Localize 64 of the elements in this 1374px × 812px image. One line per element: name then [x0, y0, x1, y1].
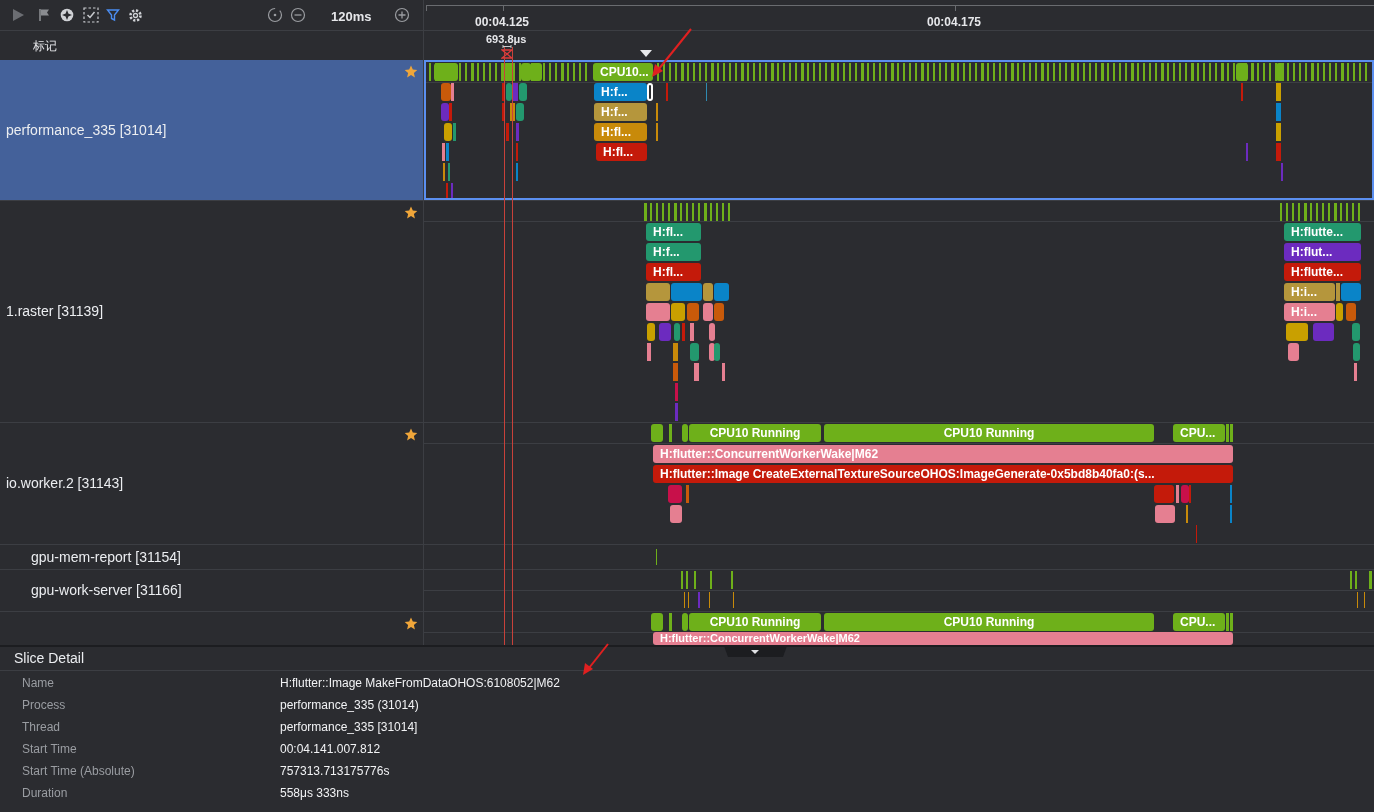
annotation-arrow — [582, 643, 609, 676]
selected-track-header[interactable]: performance_335 [31014] — [0, 60, 424, 200]
flag-icon[interactable] — [38, 8, 50, 22]
trace-slice[interactable]: H:fl... — [596, 143, 647, 161]
trace-slice[interactable]: CPU10 Running — [689, 613, 821, 631]
track-name[interactable]: performance_335 [31014] — [6, 119, 167, 141]
field-value: performance_335 [31014] — [280, 719, 418, 736]
panel-collapse-handle[interactable] — [724, 646, 787, 657]
field-value: H:flutter::Image MakeFromDataOHOS:6108052|M62 — [280, 675, 560, 692]
timeline-cursor-icon[interactable] — [640, 50, 652, 57]
trace-slice[interactable]: H:i... — [1284, 283, 1335, 301]
star-icon[interactable] — [404, 617, 418, 630]
track-name[interactable]: 1.raster [31139] — [6, 301, 104, 322]
time-span-label: 693.8μs — [486, 32, 527, 47]
zoom-in-icon[interactable] — [394, 7, 410, 23]
reset-icon[interactable] — [267, 7, 283, 23]
track-name[interactable]: io.worker.2 [31143] — [6, 473, 124, 494]
trace-slice[interactable]: H:flutte... — [1284, 223, 1361, 241]
zoom-level: 120ms — [331, 8, 372, 26]
trace-slice[interactable]: H:f... — [594, 103, 647, 121]
star-icon[interactable] — [404, 65, 418, 78]
track-name[interactable]: gpu-mem-report [31154] — [31, 546, 181, 568]
trace-slice[interactable]: CPU... — [1173, 424, 1225, 442]
star-icon[interactable] — [404, 206, 418, 219]
trace-slice[interactable]: H:flut... — [1284, 243, 1361, 261]
field-value: performance_335 (31014) — [280, 697, 419, 714]
trace-slice[interactable]: H:fl... — [646, 223, 701, 241]
field-label: Start Time (Absolute) — [21, 763, 136, 780]
zoom-out-icon[interactable] — [290, 7, 306, 23]
trace-slice[interactable]: CPU10 Running — [824, 613, 1154, 631]
field-label: Thread — [21, 719, 62, 736]
filter-icon[interactable] — [106, 8, 120, 22]
field-value: 558μs 333ns — [280, 785, 349, 802]
track-name[interactable]: gpu-work-server [31166] — [31, 580, 182, 601]
field-value: 00:04.141.007.812 — [280, 741, 381, 758]
field-label: Name — [21, 675, 55, 692]
trace-slice[interactable]: CPU10 Running — [824, 424, 1154, 442]
trace-slice[interactable]: H:flutte... — [1284, 263, 1361, 281]
trace-slice[interactable]: CPU10 Running — [689, 424, 821, 442]
field-label: Start Time — [21, 741, 78, 758]
trace-slice[interactable]: H:f... — [646, 243, 701, 261]
trace-slice[interactable]: CPU... — [1173, 613, 1225, 631]
panel-title: Slice Detail — [14, 649, 85, 668]
time-tick-label: 00:04.125 — [475, 14, 530, 31]
field-label: Duration — [21, 785, 69, 802]
trace-slice[interactable]: H:fl... — [594, 123, 647, 141]
trace-slice[interactable]: H:flutter::ConcurrentWorkerWake|M62 — [653, 632, 1233, 645]
field-label: Process — [21, 697, 67, 714]
marker-flag-icon[interactable] — [501, 44, 513, 59]
play-icon[interactable] — [11, 8, 25, 22]
marker-row-label: 标记 — [33, 37, 57, 55]
trace-slice[interactable]: H:flutter::ConcurrentWorkerWake|M62 — [653, 445, 1233, 463]
time-tick-label: 00:04.175 — [927, 14, 982, 31]
trace-slice[interactable]: H:fl... — [646, 263, 701, 281]
compass-icon[interactable] — [60, 8, 74, 22]
field-value: 757313.713175776s — [280, 763, 390, 780]
trace-slice[interactable]: H:f... — [594, 83, 647, 101]
settings-icon[interactable] — [128, 7, 143, 23]
select-check-icon[interactable] — [83, 7, 99, 23]
trace-slice[interactable]: CPU10... — [593, 63, 653, 81]
star-icon[interactable] — [404, 428, 418, 441]
trace-slice[interactable]: H:flutter::Image CreateExternalTextureSourceOHOS:ImageGenerate-0x5bd8b40fa0:(s... — [653, 465, 1233, 483]
annotation-arrow — [650, 28, 692, 78]
trace-slice[interactable]: H:i... — [1284, 303, 1335, 321]
